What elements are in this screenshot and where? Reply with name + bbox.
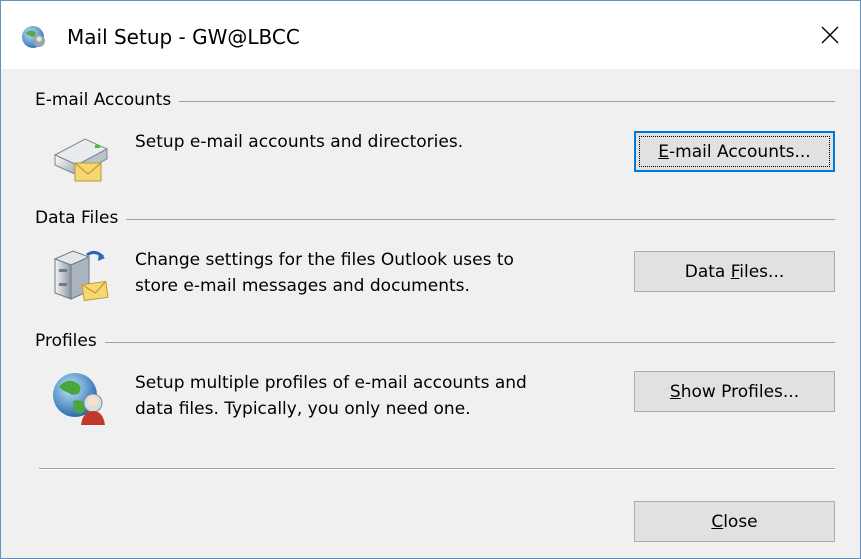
profiles-separator: [35, 342, 835, 343]
data-files-description-line1: Change settings for the files Outlook us…: [135, 250, 514, 270]
mail-setup-app-icon: [22, 26, 45, 48]
close-button[interactable]: Close: [634, 501, 835, 542]
data-files-heading: Data Files: [35, 207, 127, 229]
profiles-description-line2: data files. Typically, you only need one…: [135, 399, 471, 419]
close-button-label: Close: [711, 511, 758, 532]
window-title: Mail Setup - GW@LBCC: [67, 25, 300, 49]
show-profiles-button-label: Show Profiles...: [669, 381, 800, 402]
data-files-description-line2: store e-mail messages and documents.: [135, 276, 470, 296]
focus-ring: [639, 136, 830, 167]
email-accounts-heading: E-mail Accounts: [35, 89, 180, 111]
title-bar[interactable]: Mail Setup - GW@LBCC: [1, 1, 860, 69]
profiles-description-line1: Setup multiple profiles of e-mail accoun…: [135, 373, 527, 393]
data-files-button-label: Data Files...: [684, 261, 785, 282]
profiles-icon: [53, 373, 105, 425]
data-files-button[interactable]: Data Files...: [634, 251, 835, 292]
footer-separator: [39, 468, 835, 470]
data-files-separator: [35, 219, 835, 220]
close-window-button[interactable]: [800, 1, 860, 69]
close-icon: [821, 26, 839, 44]
mail-setup-dialog: Mail Setup - GW@LBCC E-mail Accounts Set…: [0, 0, 861, 559]
email-accounts-description: Setup e-mail accounts and directories.: [135, 132, 464, 152]
show-profiles-button[interactable]: Show Profiles...: [634, 371, 835, 412]
mail-accounts-icon: [53, 138, 109, 182]
profiles-heading: Profiles: [35, 330, 105, 352]
profiles-description: Setup multiple profiles of e-mail accoun…: [135, 370, 625, 422]
data-files-icon: [53, 250, 109, 302]
data-files-description: Change settings for the files Outlook us…: [135, 247, 625, 299]
email-accounts-button[interactable]: E-mail Accounts...: [634, 131, 835, 172]
